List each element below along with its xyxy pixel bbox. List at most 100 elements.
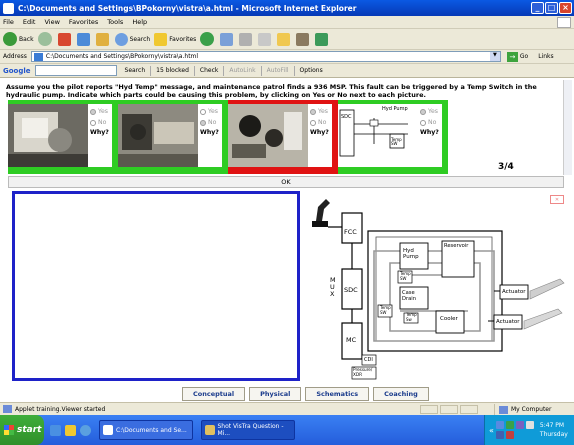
- folder-quicklaunch-icon[interactable]: [65, 424, 76, 436]
- volume-icon[interactable]: [525, 421, 534, 429]
- menu-edit[interactable]: Edit: [23, 18, 36, 26]
- windows-logo-icon: [557, 17, 571, 28]
- window-titlebar[interactable]: C:\Documents and Settings\BPokorny\vistr…: [0, 0, 574, 16]
- selection-border: [228, 167, 338, 174]
- menu-favorites[interactable]: Favorites: [69, 18, 98, 26]
- messenger-button[interactable]: [315, 31, 330, 48]
- messenger-tray-icon[interactable]: [515, 421, 524, 429]
- choice-1-no-radio[interactable]: No: [90, 119, 106, 126]
- mc-label: MC: [346, 336, 357, 344]
- hyd-pump-label: Hyd Pump: [403, 248, 419, 260]
- ie-quicklaunch-icon[interactable]: [50, 424, 61, 436]
- choice-3-no-radio[interactable]: No: [310, 119, 326, 126]
- menu-view[interactable]: View: [44, 18, 59, 26]
- alert-icon[interactable]: [505, 431, 514, 439]
- back-button[interactable]: Back: [3, 31, 34, 48]
- question-counter: 3/4: [498, 162, 514, 172]
- history-button[interactable]: [200, 31, 216, 48]
- popup-blocked-count[interactable]: 15 blocked: [156, 67, 189, 74]
- close-diagram-icon[interactable]: ✕: [550, 195, 564, 204]
- address-input[interactable]: C:\Documents and Settings\BPokorny\vistr…: [30, 51, 501, 62]
- monitor-icon[interactable]: [495, 431, 504, 439]
- folder-button[interactable]: [277, 31, 292, 48]
- status-bar: Applet training.Viewer started My Comput…: [0, 402, 574, 415]
- question-text: Assume you the pilot reports "Hyd Temp" …: [6, 83, 537, 99]
- close-button[interactable]: ×: [559, 2, 572, 14]
- links-label[interactable]: Links: [538, 53, 553, 60]
- choice-4-why-link[interactable]: Why?: [420, 129, 439, 136]
- choice-3-why-link[interactable]: Why?: [310, 129, 329, 136]
- security-icon[interactable]: [505, 421, 514, 429]
- security-zone: My Computer: [494, 404, 574, 415]
- tray-expand-icon[interactable]: «: [489, 426, 494, 435]
- choices-scrollbar[interactable]: [563, 80, 572, 175]
- part-photo-2: [118, 104, 198, 167]
- tab-coaching[interactable]: Coaching: [373, 387, 429, 401]
- search-button[interactable]: Search: [114, 31, 150, 48]
- tab-conceptual[interactable]: Conceptual: [182, 387, 246, 401]
- selection-border: [442, 104, 448, 167]
- selection-border: [8, 167, 118, 174]
- empty-viewer-panel[interactable]: [12, 191, 300, 381]
- separator: [293, 65, 295, 76]
- choice-3-yes-radio[interactable]: Yes: [310, 108, 328, 115]
- choice-1-yes-radio[interactable]: Yes: [90, 108, 108, 115]
- network-icon[interactable]: [495, 421, 504, 429]
- minimize-button[interactable]: _: [531, 2, 544, 14]
- page-content: Assume you the pilot reports "Hyd Temp" …: [0, 78, 574, 402]
- star-icon: [154, 32, 168, 46]
- taskbar-item-explorer[interactable]: C:\Documents and Se...: [99, 420, 193, 440]
- research-button[interactable]: [296, 31, 311, 48]
- menu-tools[interactable]: Tools: [107, 18, 123, 26]
- tab-schematics[interactable]: Schematics: [305, 387, 370, 401]
- standard-toolbar: Back Search Favorites: [0, 29, 574, 50]
- choice-2-yes-radio[interactable]: Yes: [200, 108, 218, 115]
- maximize-button[interactable]: □: [545, 2, 558, 14]
- taskbar-item-vistra[interactable]: Shot VisTra Question - Mi...: [201, 420, 295, 440]
- separator: [260, 65, 262, 76]
- google-search-input[interactable]: [34, 65, 117, 76]
- google-search-button[interactable]: Search: [125, 67, 146, 74]
- applet-icon: [3, 405, 12, 413]
- autolink-button[interactable]: AutoLink: [229, 67, 255, 74]
- favorites-button[interactable]: Favorites: [154, 31, 196, 48]
- options-button[interactable]: Options: [300, 67, 323, 74]
- edit-button[interactable]: [258, 31, 273, 48]
- choice-4-yes-radio[interactable]: Yes: [420, 108, 438, 115]
- choice-card-1: Yes No Why?: [8, 100, 118, 174]
- mail-icon: [220, 32, 234, 46]
- autofill-button[interactable]: AutoFill: [267, 67, 289, 74]
- stop-button[interactable]: [57, 31, 73, 48]
- tab-physical[interactable]: Physical: [249, 387, 302, 401]
- google-logo[interactable]: Google: [3, 67, 31, 75]
- mux-label: MUX: [330, 276, 336, 298]
- window-title: C:\Documents and Settings\BPokorny\vistr…: [18, 3, 357, 13]
- cooler-label: Cooler: [440, 316, 458, 322]
- menu-help[interactable]: Help: [132, 18, 147, 26]
- mail-button[interactable]: [220, 31, 235, 48]
- menu-file[interactable]: File: [3, 18, 14, 26]
- spell-check-button[interactable]: Check: [200, 67, 218, 74]
- choice-card-2: Yes No Why?: [118, 100, 228, 174]
- choice-1-why-link[interactable]: Why?: [90, 129, 109, 136]
- vistra-icon: [205, 425, 215, 435]
- part-photo-3: [228, 104, 308, 167]
- address-value: C:\Documents and Settings\BPokorny\vistr…: [45, 53, 199, 60]
- go-button[interactable]: → Go: [506, 51, 528, 62]
- choice-2-no-radio[interactable]: No: [200, 119, 216, 126]
- hydraulic-system-diagram[interactable]: ✕ FCC SDC MC M U X Hyd Pump Reservoir Ca…: [304, 191, 566, 381]
- home-button[interactable]: [95, 31, 111, 48]
- start-button[interactable]: start: [0, 415, 44, 445]
- ok-button[interactable]: OK: [8, 176, 564, 188]
- hyd-pump-label: Hyd Pump: [382, 106, 408, 112]
- media-quicklaunch-icon[interactable]: [80, 424, 91, 436]
- forward-button[interactable]: [37, 31, 54, 48]
- address-dropdown-icon[interactable]: ▼: [489, 52, 500, 61]
- quick-launch: [50, 424, 91, 436]
- clock[interactable]: 5:47 PM Thursday: [540, 421, 568, 439]
- choice-2-why-link[interactable]: Why?: [200, 129, 219, 136]
- separator: [193, 65, 195, 76]
- choice-4-no-radio[interactable]: No: [420, 119, 436, 126]
- refresh-button[interactable]: [76, 31, 92, 48]
- print-button[interactable]: [239, 31, 254, 48]
